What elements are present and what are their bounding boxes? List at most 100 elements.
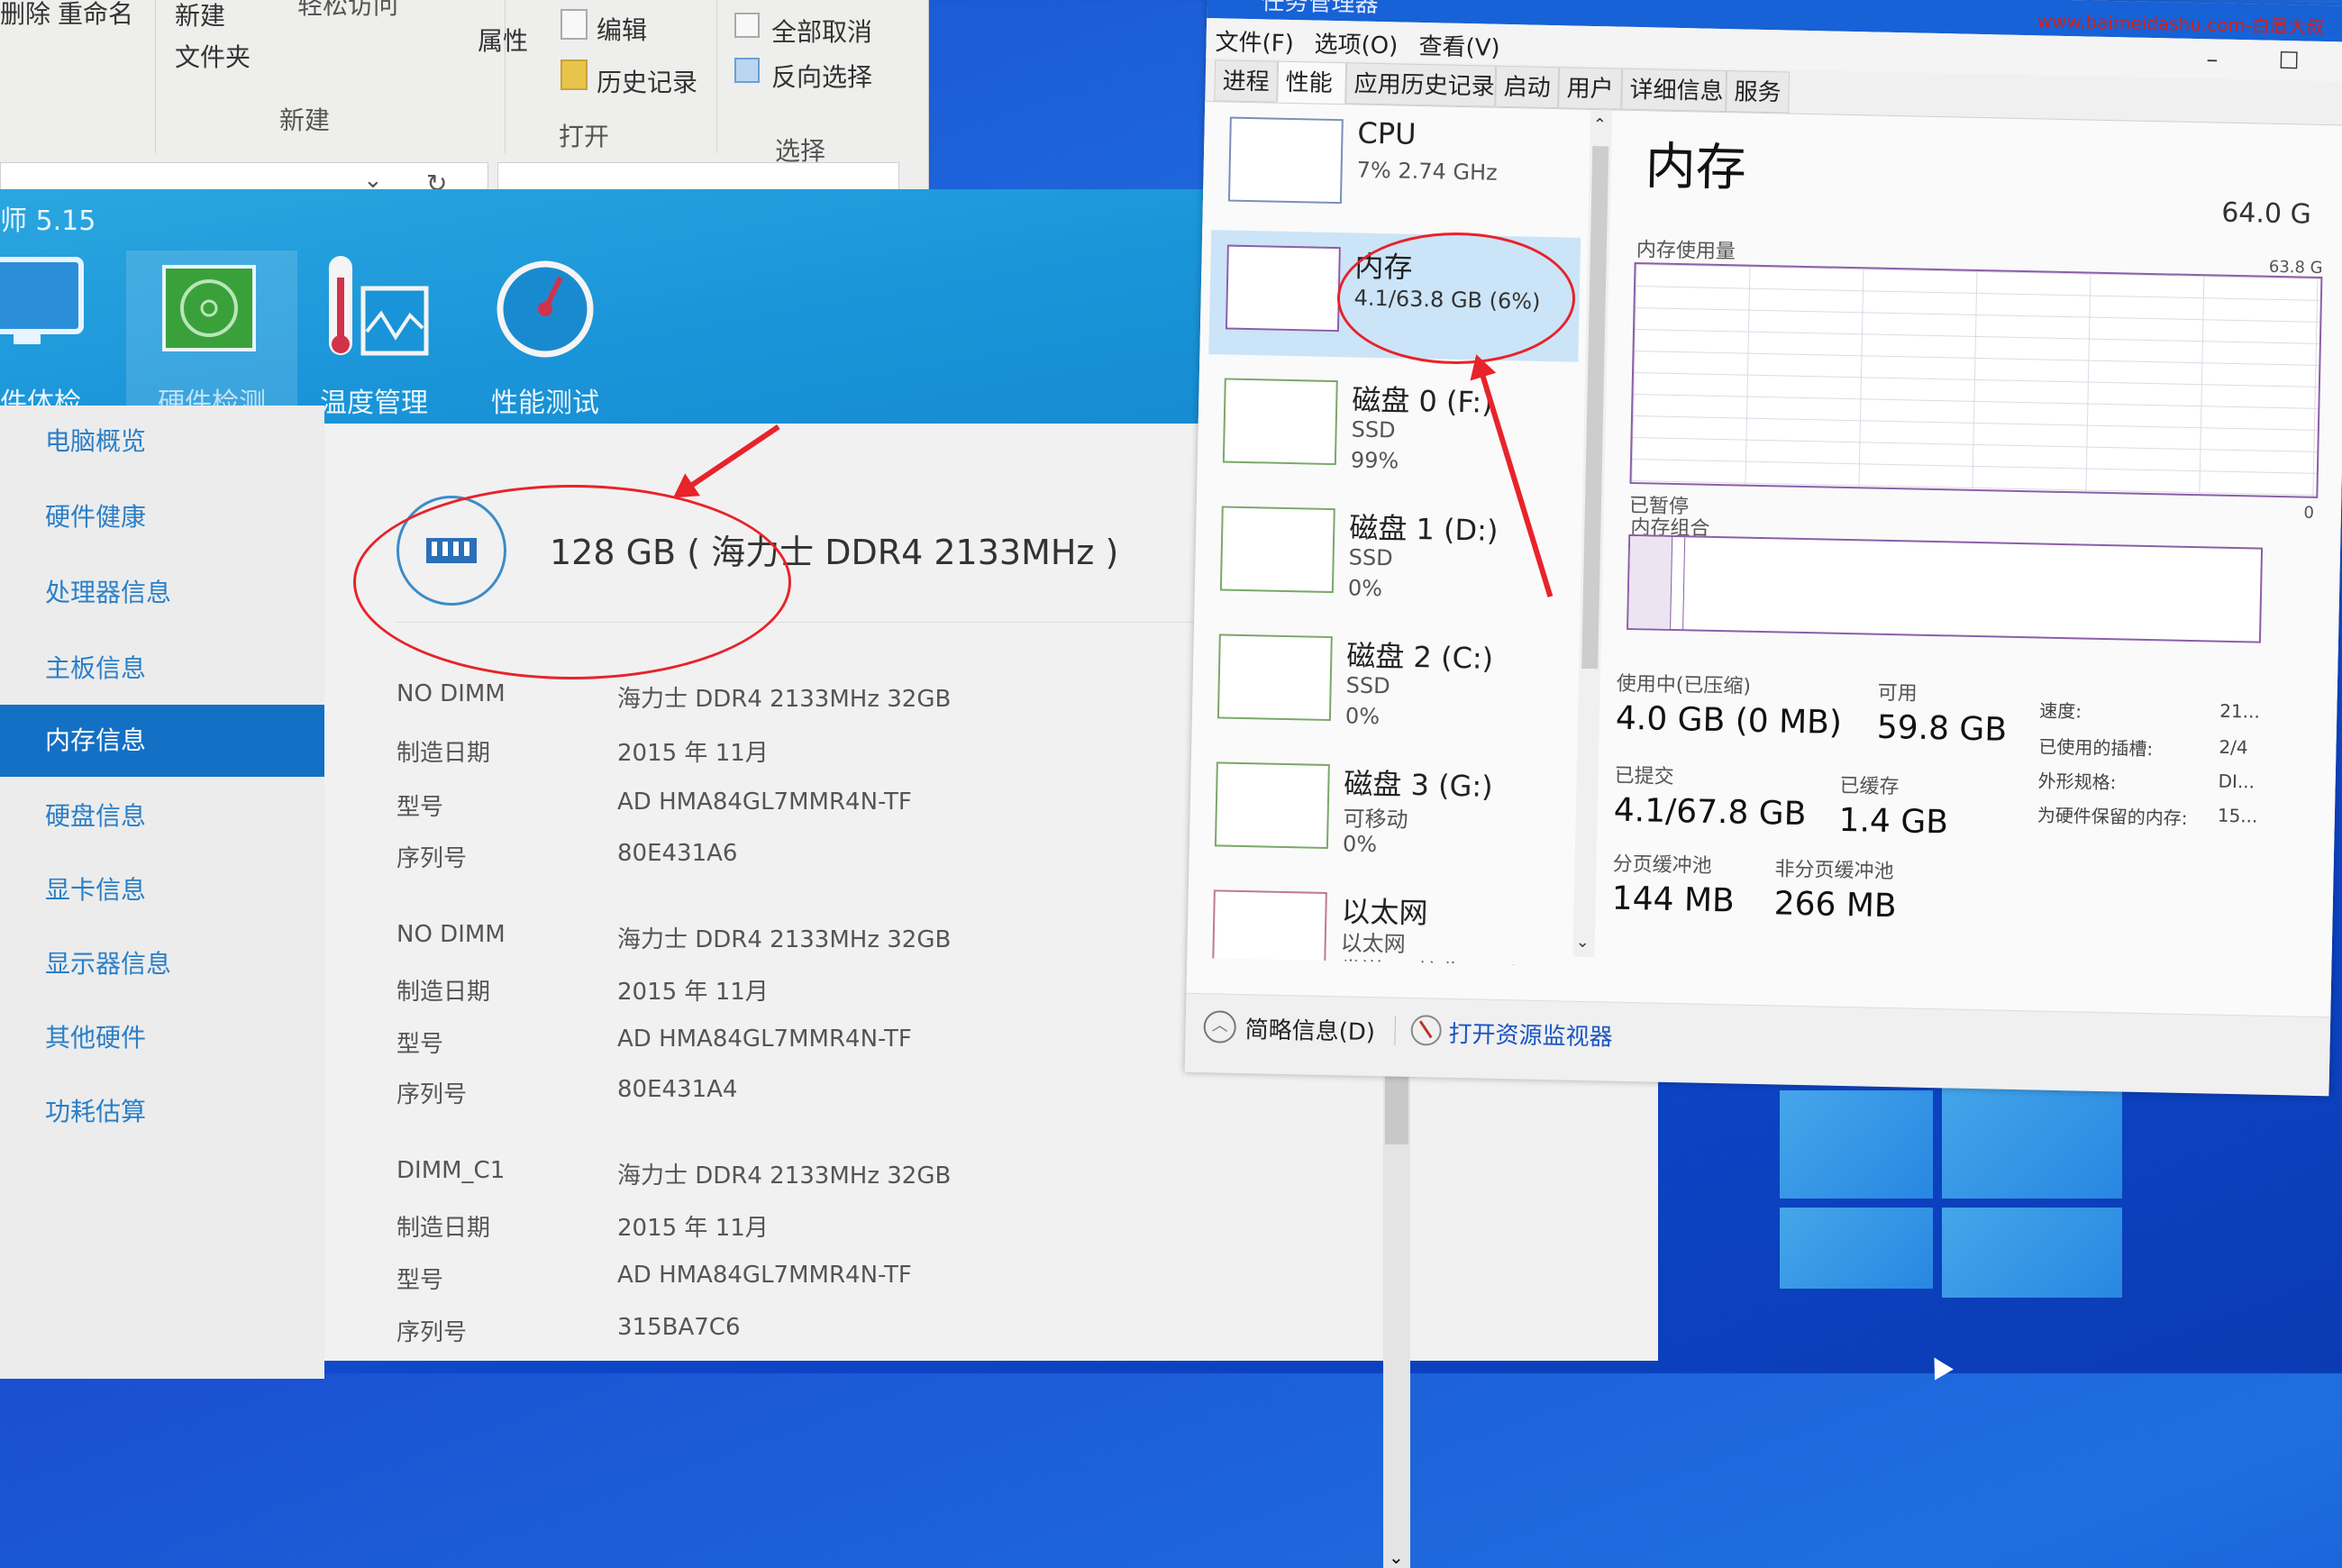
sidebar-item-overview[interactable]: 电脑概览 [0,406,324,478]
tab-services[interactable]: 服务 [1726,70,1791,114]
tab-hardware-detect[interactable]: 硬件检测 [126,251,297,431]
fewer-details-button[interactable]: 简略信息(D) [1244,1011,1375,1047]
rename-button[interactable]: 重命名 [58,0,133,31]
monitor-icon [0,257,84,344]
stat-in-use: 使用中(已压缩) 4.0 GB (0 MB) [1616,668,1843,742]
resource-value: 0% [1347,575,1383,602]
scroll-down-icon[interactable]: ⌄ [1389,1546,1404,1568]
task-manager-window: 任务管理器 www.baimeidashu.com-白眉大叔 文件(F) 选项(… [1184,0,2342,1097]
delete-button[interactable]: 删除 [0,0,50,31]
resource-value: 7% 2.74 GHz [1356,157,1498,186]
module-date: 2015 年 11月 [617,1215,769,1242]
menu-file[interactable]: 文件(F) [1215,23,1294,59]
graph-max-label: 63.8 G [2268,257,2323,278]
history-button[interactable]: 历史记录 [597,63,697,99]
resource-monitor-icon [1410,1014,1443,1046]
module-desc: 海力士 DDR4 2133MHz 32GB [617,686,952,713]
sidebar-item-cpu[interactable]: 处理器信息 [0,557,324,629]
cpu-mini-graph [1227,116,1344,205]
tab-temperature[interactable]: 温度管理 [288,251,460,431]
select-none-button[interactable]: 全部取消 [771,13,872,49]
edit-button[interactable]: 编辑 [597,11,647,47]
resource-name: 磁盘 3 (G:) [1344,766,1494,804]
resource-disk-2[interactable]: 磁盘 2 (C:) SSD 0% [1200,619,1572,752]
easy-access-button[interactable]: 轻松访问 [297,0,398,22]
stat-paged-pool: 分页缓冲池 144 MB [1611,848,1736,920]
sidebar-item-gpu[interactable]: 显卡信息 [0,854,324,926]
tab-bar: 进程 性能 应用历史记录 启动 用户 详细信息 服务 [1214,59,1791,114]
resource-name: CPU [1357,115,1417,151]
memory-mini-graph [1225,244,1341,333]
usage-label: 内存使用量 [1636,239,1736,264]
spec-value: 21... [2219,699,2261,723]
sidebar-item-motherboard[interactable]: 主板信息 [0,633,324,705]
resource-disk-1[interactable]: 磁盘 1 (D:) SSD 0% [1203,491,1575,624]
menu-options[interactable]: 选项(O) [1314,26,1399,61]
performance-pane: CPU 7% 2.74 GHz 内存 4.1/63.8 GB (6%) 磁盘 0… [1186,100,2342,1018]
chevron-up-icon[interactable]: ︿ [1203,1010,1237,1044]
resource-disk-3[interactable]: 磁盘 3 (G:) 可移动 0% [1198,747,1570,880]
stat-available: 可用 59.8 GB [1876,677,2008,749]
scroll-up-icon[interactable]: ⌃ [1593,115,1608,134]
tab-performance[interactable]: 性能 [1277,60,1347,105]
field-label: 序列号 [396,845,468,872]
minimize-button[interactable]: – [2206,46,2219,73]
resource-cpu[interactable]: CPU 7% 2.74 GHz [1211,102,1583,234]
resource-ethernet[interactable]: 以太网 以太网 发送: 0 接收: 0 Kbps [1196,875,1567,966]
network-mini-graph [1211,889,1327,966]
memory-composition-bar [1627,533,2264,643]
composition-modified [1670,536,1686,630]
window-title: 任务管理器 [1261,0,1379,18]
edit-icon [560,9,588,40]
sidebar-item-disk[interactable]: 硬盘信息 [0,780,324,852]
stat-value: 266 MB [1773,885,1898,925]
resource-name: 磁盘 2 (C:) [1345,638,1494,676]
module-desc: 海力士 DDR4 2133MHz 32GB [617,1162,952,1190]
new-folder-button[interactable]: 新建 文件夹 [175,0,251,74]
tab-processes[interactable]: 进程 [1214,59,1279,103]
sidebar-item-memory[interactable]: 内存信息 [0,705,324,777]
graph-min-label: 0 [2303,503,2315,523]
stat-committed: 已提交 4.1/67.8 GB [1613,760,1807,833]
resource-list: CPU 7% 2.74 GHz 内存 4.1/63.8 GB (6%) 磁盘 0… [1187,102,1613,966]
mouse-cursor [1925,1352,1954,1381]
new-folder-line1: 新建 [175,1,226,31]
tab-app-history[interactable]: 应用历史记录 [1345,62,1497,107]
resource-type: SSD [1348,544,1393,571]
open-resource-monitor-link[interactable]: 打开资源监视器 [1448,1016,1613,1053]
invert-selection-button[interactable]: 反向选择 [771,58,872,94]
watermark-text: www.baimeidashu.com-白眉大叔 [2037,10,2325,38]
module-model: AD HMA84GL7MMR4N-TF [617,1262,912,1289]
disk-mini-graph [1214,761,1330,850]
tab-performance[interactable]: 性能测试 [460,251,631,431]
properties-button[interactable]: 属性 [478,22,528,58]
total-memory: 64.0 G [2220,196,2312,231]
spec-value: 2/4 [2219,735,2248,759]
scrollbar-thumb[interactable] [1581,145,1609,670]
tab-users[interactable]: 用户 [1558,67,1623,110]
resource-value: 发送: 0 接收: 0 Kbps [1340,952,1550,965]
sidebar-item-other[interactable]: 其他硬件 [0,1002,324,1074]
spec-value: DI... [2218,770,2255,793]
thermometer-icon [329,256,429,356]
resource-type: 可移动 [1343,806,1408,833]
maximize-button[interactable]: ☐ [2278,48,2300,75]
resource-type: SSD [1351,416,1396,443]
select-none-icon [734,13,760,38]
module-slot: NO DIMM [396,680,506,707]
sidebar-item-power[interactable]: 功耗估算 [0,1076,324,1148]
module-slot: DIMM_C1 [396,1157,506,1184]
resource-disk-0[interactable]: 磁盘 0 (F:) SSD 99% [1206,363,1578,496]
sidebar-item-display[interactable]: 显示器信息 [0,928,324,1000]
sidebar-item-health[interactable]: 硬件健康 [0,481,324,553]
field-label: 序列号 [396,1319,468,1346]
menu-view[interactable]: 查看(V) [1418,28,1500,63]
scroll-down-icon[interactable]: ⌄ [1576,933,1590,952]
new-folder-line2: 文件夹 [175,42,251,72]
stat-label: 已缓存 [1839,774,1900,799]
tab-startup[interactable]: 启动 [1495,65,1560,109]
tab-checkup[interactable]: 件体检 [0,251,99,431]
tab-details[interactable]: 详细信息 [1621,68,1727,113]
spec-label: 为硬件保留的内存: [2037,804,2188,829]
memory-panel-scrollbar[interactable]: ⌄ [1383,1063,1410,1568]
